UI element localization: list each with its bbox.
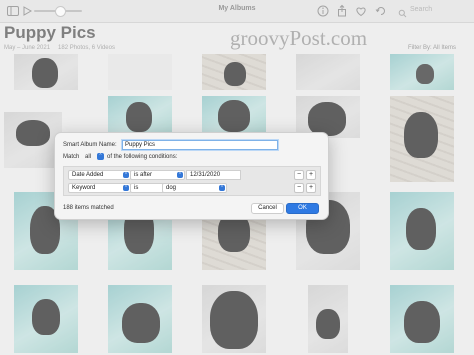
- cancel-button[interactable]: Cancel: [251, 203, 284, 214]
- album-name-input[interactable]: [122, 140, 278, 150]
- add-rule-icon[interactable]: +: [306, 170, 316, 180]
- popup-stepper-icon: ⌃: [177, 172, 183, 178]
- rule-operator-value: is: [134, 185, 139, 191]
- rule-operator-select[interactable]: is after ⌃: [130, 170, 185, 180]
- remove-rule-icon[interactable]: −: [294, 170, 304, 180]
- rule-field-value: Date Added: [72, 172, 104, 178]
- match-select-value[interactable]: all: [85, 154, 91, 160]
- remove-rule-icon[interactable]: −: [294, 183, 304, 193]
- album-name-label: Smart Album Name:: [63, 142, 117, 148]
- rule-field-select[interactable]: Keyword ⌃: [68, 183, 131, 193]
- rule-value-text: dog: [166, 185, 177, 191]
- ok-button[interactable]: OK: [286, 203, 319, 214]
- conditions-list: Date Added ⌃ is after ⌃ 12/31/2020 − + K…: [63, 166, 321, 196]
- match-select-stepper-icon[interactable]: ⌃: [97, 153, 104, 160]
- rule-field-value: Keyword: [72, 185, 96, 191]
- rule-field-select[interactable]: Date Added ⌃: [68, 170, 131, 180]
- smart-album-dialog: Smart Album Name: Match all ⌃ of the fol…: [54, 132, 329, 220]
- match-label: Match: [63, 154, 80, 160]
- rule-value-select[interactable]: dog ⌃: [162, 183, 227, 193]
- popup-stepper-icon: ⌃: [123, 172, 129, 178]
- popup-stepper-icon: ⌃: [123, 185, 129, 191]
- popup-stepper-icon: ⌃: [219, 185, 225, 191]
- items-matched-count: 188 items matched: [63, 205, 114, 211]
- match-suffix: of the following conditions:: [107, 154, 178, 160]
- rule-value-field[interactable]: 12/31/2020: [186, 170, 241, 180]
- rule-operator-value: is after: [134, 172, 153, 178]
- add-rule-icon[interactable]: +: [306, 183, 316, 193]
